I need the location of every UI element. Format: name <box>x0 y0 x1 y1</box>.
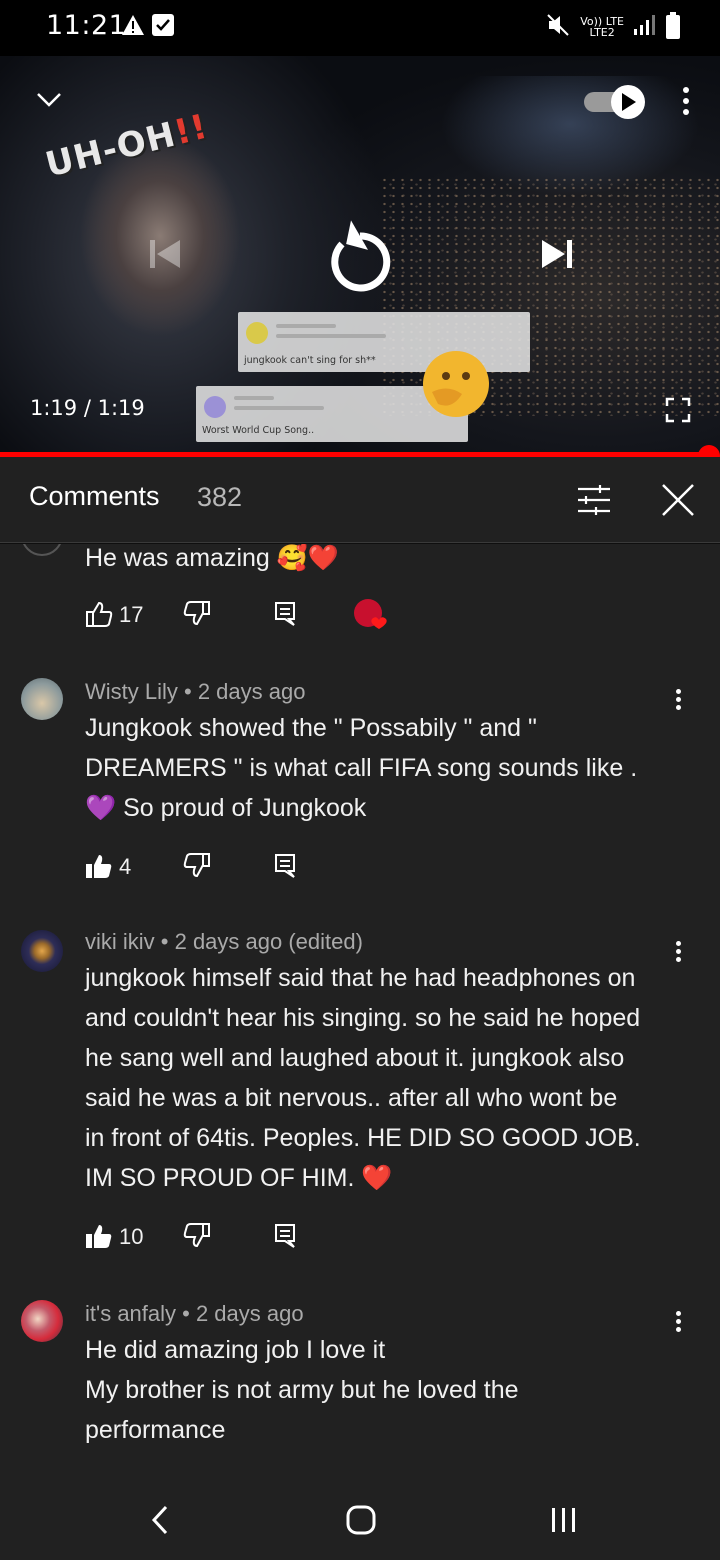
comment-actions: 17 <box>85 598 415 637</box>
like-count: 17 <box>119 602 144 627</box>
fullscreen-icon[interactable] <box>664 396 692 428</box>
warning-icon <box>121 14 145 40</box>
back-icon[interactable] <box>148 1504 172 1540</box>
notification-check-icon <box>152 14 174 36</box>
avatar[interactable] <box>21 678 63 720</box>
system-nav-bar <box>0 1470 720 1560</box>
comment-body: jungkook himself said that he had headph… <box>85 964 641 1192</box>
like-outline-icon[interactable] <box>85 600 113 633</box>
status-time: 11:21 <box>46 10 127 41</box>
comment-body: Jungkook showed the " Possabily " and " … <box>85 714 638 822</box>
battery-icon <box>666 12 680 39</box>
like-count: 4 <box>119 854 132 879</box>
sort-filter-icon[interactable] <box>576 483 612 521</box>
status-bar: 11:21 Vo)) LTE LTE2 <box>0 0 720 56</box>
dislike-icon[interactable] <box>183 852 211 885</box>
comment-actions: 4 <box>85 852 415 886</box>
comment-meta: viki ikiv • 2 days ago (edited) <box>85 929 363 954</box>
comment-body: He was amazing 🥰❤️ <box>85 544 340 572</box>
video-player[interactable]: UH-OH!! jungkook can't sing for sh** Wor… <box>0 56 720 456</box>
player-more-icon[interactable] <box>676 84 696 122</box>
comments-title: Comments <box>29 481 160 511</box>
like-filled-icon[interactable] <box>85 1222 113 1255</box>
creator-heart-icon <box>353 598 391 637</box>
comments-list[interactable]: He was amazing 🥰❤️ 17 Wisty Lily • 2 day… <box>0 544 720 1470</box>
collapse-chevron-icon[interactable] <box>34 86 64 116</box>
reply-icon[interactable] <box>273 1222 297 1255</box>
dislike-icon[interactable] <box>183 1222 211 1255</box>
avatar[interactable] <box>21 930 63 972</box>
mute-icon <box>546 13 572 41</box>
comment-meta: Wisty Lily • 2 days ago <box>85 679 306 704</box>
dislike-icon[interactable] <box>183 600 211 633</box>
thinking-emoji-icon <box>418 348 494 424</box>
recent-apps-icon[interactable] <box>548 1506 580 1538</box>
like-count: 10 <box>119 1224 144 1249</box>
comment-meta: it's anfaly • 2 days ago <box>85 1301 304 1326</box>
video-time: 1:19 / 1:19 <box>30 396 145 420</box>
comments-header: Comments 382 <box>0 457 720 543</box>
reply-icon[interactable] <box>273 852 297 885</box>
close-comments-icon[interactable] <box>660 483 696 521</box>
avatar[interactable] <box>21 1300 63 1342</box>
comments-count: 382 <box>197 482 243 512</box>
comment-actions: 10 <box>85 1222 415 1256</box>
status-icons: Vo)) LTE LTE2 <box>546 12 680 42</box>
autoplay-toggle[interactable] <box>582 82 648 126</box>
comment-body: He did amazing job I love it My brother … <box>85 1336 519 1444</box>
like-filled-icon[interactable] <box>85 852 113 885</box>
signal-icon <box>632 13 658 41</box>
reply-icon[interactable] <box>273 600 297 633</box>
avatar[interactable] <box>21 544 63 556</box>
next-icon[interactable] <box>538 236 578 276</box>
network-label: Vo)) LTE LTE2 <box>580 15 624 39</box>
replay-icon[interactable] <box>322 212 398 300</box>
previous-icon[interactable] <box>146 236 186 276</box>
home-icon[interactable] <box>345 1504 377 1540</box>
